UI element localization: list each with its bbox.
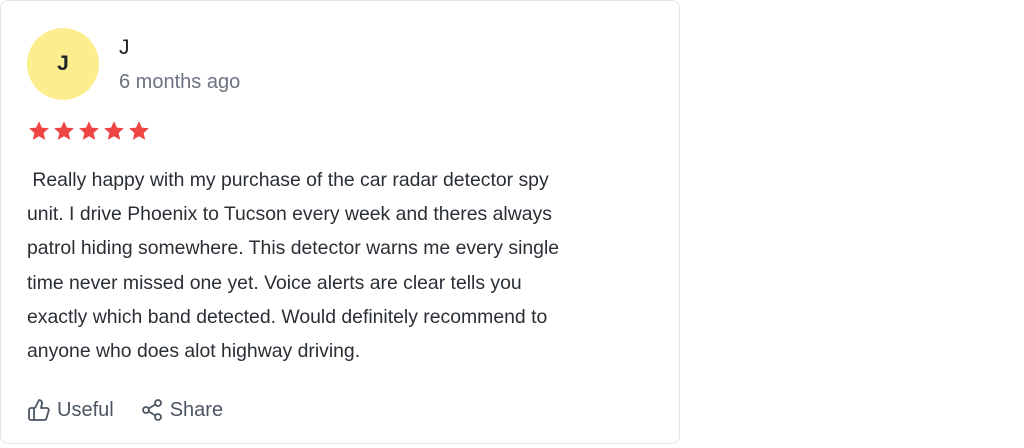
review-date: 6 months ago: [119, 71, 241, 93]
share-icon: [141, 399, 162, 421]
avatar: J: [27, 28, 99, 100]
review-text: Really happy with my purchase of the car…: [27, 169, 560, 363]
useful-label: Useful: [57, 398, 114, 421]
avatar-initial: J: [57, 52, 69, 75]
star-icon: [129, 121, 149, 140]
share-label: Share: [169, 398, 224, 421]
author-name: J: [119, 36, 130, 59]
share-button[interactable]: Share: [140, 398, 223, 422]
star-icon: [104, 121, 124, 140]
star-rating: [27, 119, 151, 143]
star-icon: [79, 121, 99, 140]
useful-button[interactable]: Useful: [27, 398, 114, 422]
star-icon: [54, 121, 74, 140]
review-actions: Useful Share: [27, 395, 223, 425]
review-card: J J 6 months ago Really happy with my pu…: [0, 0, 680, 444]
thumbs-up-icon: [28, 399, 50, 421]
star-icon: [29, 121, 49, 140]
